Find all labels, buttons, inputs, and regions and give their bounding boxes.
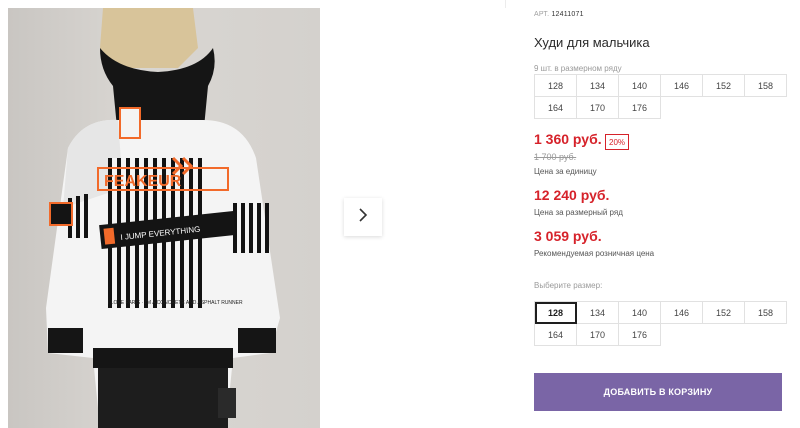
hoodie-illustration: FEAKEUR I JUMP EVERYTHING I LOVE PARIS ·… bbox=[46, 8, 280, 428]
size-set-cell: 164 bbox=[535, 97, 577, 119]
size-set-cell: 158 bbox=[745, 75, 787, 97]
rrp-note: Рекомендуемая розничная цена bbox=[534, 249, 655, 258]
size-option[interactable]: 176 bbox=[619, 324, 661, 346]
discount-badge: 20% bbox=[605, 134, 630, 150]
size-set-cell: 128 bbox=[535, 75, 577, 97]
old-price: 1 700 руб. bbox=[534, 152, 577, 162]
size-selector: 128 134 140 146 152 158 164 170 176 bbox=[534, 301, 787, 346]
size-set-cell: 176 bbox=[619, 97, 661, 119]
unit-price-note: Цена за единицу bbox=[534, 167, 597, 176]
size-option[interactable]: 164 bbox=[535, 324, 577, 346]
svg-text:FEAKEUR: FEAKEUR bbox=[104, 173, 182, 190]
article-value: 12411071 bbox=[551, 11, 584, 18]
size-set-cell: 146 bbox=[661, 75, 703, 97]
size-option[interactable]: 146 bbox=[661, 302, 703, 324]
size-option[interactable]: 170 bbox=[577, 324, 619, 346]
size-option-selected[interactable]: 128 bbox=[535, 302, 577, 324]
product-photo[interactable]: FEAKEUR I JUMP EVERYTHING I LOVE PARIS ·… bbox=[8, 8, 320, 428]
size-set-cell: 140 bbox=[619, 75, 661, 97]
next-image-button[interactable] bbox=[344, 198, 382, 236]
set-price-note: Цена за размерный ряд bbox=[534, 208, 623, 217]
size-option[interactable]: 158 bbox=[745, 302, 787, 324]
size-set-cell: 134 bbox=[577, 75, 619, 97]
rrp-price: 3 059 руб. bbox=[534, 228, 602, 244]
product-title: Худи для мальчика bbox=[534, 35, 650, 50]
sizes-in-set-label: 9 шт. в размерном ряду bbox=[534, 64, 622, 73]
chevron-right-icon bbox=[357, 207, 369, 228]
size-set-grid: 128 134 140 146 152 158 164 170 176 bbox=[534, 74, 787, 119]
size-set-cell: 152 bbox=[703, 75, 745, 97]
add-to-cart-button[interactable]: ДОБАВИТЬ В КОРЗИНУ bbox=[534, 373, 782, 411]
article-label: АРТ. bbox=[534, 11, 550, 18]
size-set-cell: 170 bbox=[577, 97, 619, 119]
article-number: АРТ. 12411071 bbox=[534, 11, 584, 18]
svg-text:I LOVE PARIS · I'M A CONCRETE: I LOVE PARIS · I'M A CONCRETE AND ASPHAL… bbox=[108, 300, 243, 306]
set-price: 12 240 руб. bbox=[534, 187, 610, 203]
size-option[interactable]: 134 bbox=[577, 302, 619, 324]
unit-price: 1 360 руб. bbox=[534, 131, 602, 147]
product-gallery: FEAKEUR I JUMP EVERYTHING I LOVE PARIS ·… bbox=[0, 0, 506, 428]
size-option[interactable]: 140 bbox=[619, 302, 661, 324]
choose-size-label: Выберите размер: bbox=[534, 281, 603, 290]
size-option[interactable]: 152 bbox=[703, 302, 745, 324]
